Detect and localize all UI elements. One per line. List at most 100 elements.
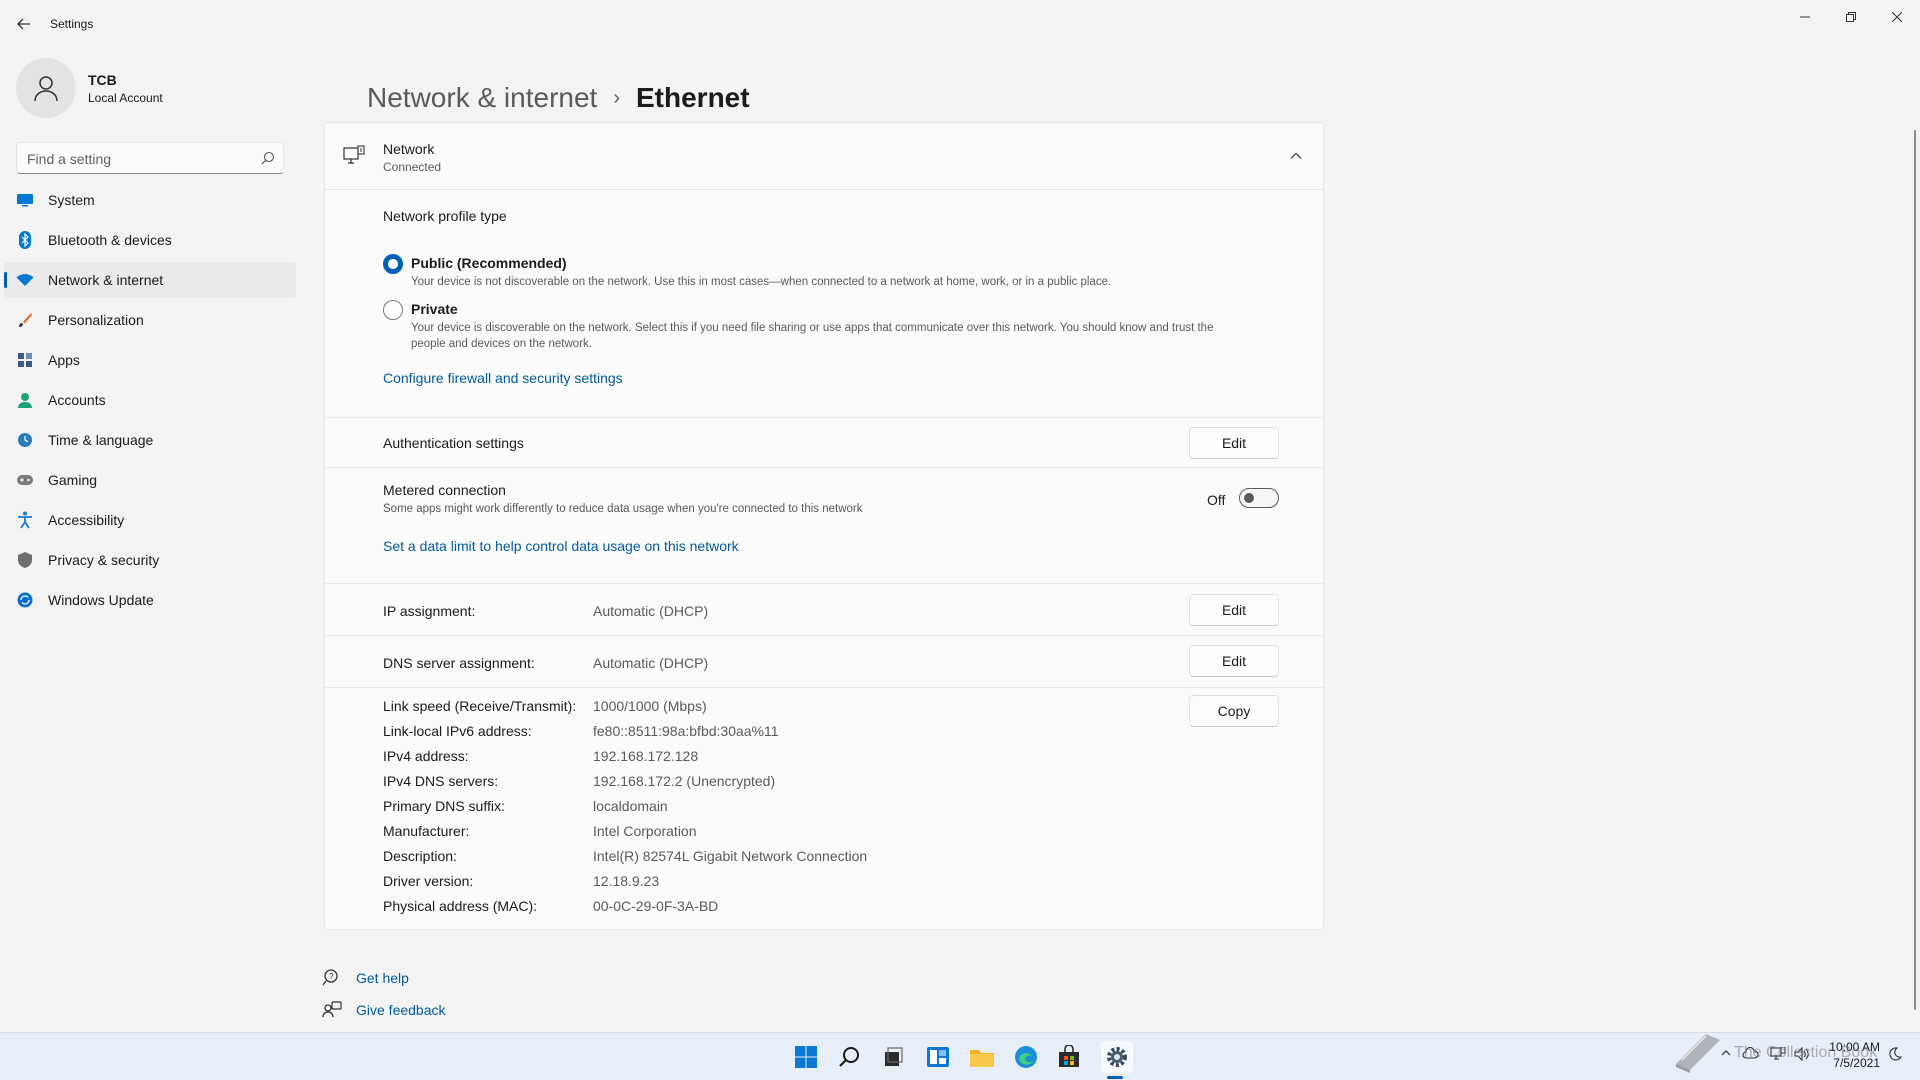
search-icon[interactable] bbox=[261, 151, 275, 165]
sidebar-item-apps[interactable]: Apps bbox=[4, 342, 296, 378]
property-value: 192.168.172.128 bbox=[593, 748, 699, 764]
metered-label: Metered connection bbox=[383, 482, 506, 498]
property-value: localdomain bbox=[593, 798, 668, 814]
dns-value: Automatic (DHCP) bbox=[593, 655, 709, 671]
data-limit-link[interactable]: Set a data limit to help control data us… bbox=[383, 538, 739, 554]
title-bar: Settings bbox=[0, 0, 1920, 48]
gear-icon bbox=[1107, 1047, 1127, 1067]
private-label[interactable]: Private bbox=[411, 301, 458, 317]
property-row: IPv4 address: 192.168.172.128 bbox=[383, 748, 1083, 770]
property-value: Intel(R) 82574L Gigabit Network Connecti… bbox=[593, 848, 868, 864]
folder-icon bbox=[970, 1050, 994, 1067]
task-view-button[interactable] bbox=[879, 1043, 907, 1071]
network-title: Network bbox=[383, 141, 435, 157]
copy-button[interactable]: Copy bbox=[1189, 695, 1279, 727]
sidebar-item-label: Privacy & security bbox=[48, 552, 160, 568]
public-description: Your device is not discoverable on the n… bbox=[411, 276, 1112, 288]
restore-icon bbox=[1846, 12, 1856, 22]
property-row: Physical address (MAC): 00-0C-29-0F-3A-B… bbox=[383, 898, 1083, 920]
auth-label: Authentication settings bbox=[383, 435, 524, 451]
get-help-icon: ? bbox=[322, 969, 338, 986]
firewall-settings-link[interactable]: Configure firewall and security settings bbox=[383, 370, 623, 386]
widgets-button[interactable] bbox=[924, 1043, 952, 1071]
sidebar-item-personalization[interactable]: Personalization bbox=[4, 302, 296, 338]
ip-assignment-row: IP assignment: Automatic (DHCP) Edit bbox=[324, 584, 1324, 636]
sidebar-item-accounts[interactable]: Accounts bbox=[4, 382, 296, 418]
search-input[interactable] bbox=[27, 149, 247, 169]
sidebar-nav: System Bluetooth & devices Network & int… bbox=[4, 182, 296, 622]
file-explorer-button[interactable] bbox=[968, 1043, 996, 1071]
user-name: TCB bbox=[88, 72, 117, 88]
person-icon bbox=[16, 391, 34, 409]
store-button[interactable] bbox=[1055, 1043, 1083, 1071]
scrollbar[interactable] bbox=[1914, 130, 1916, 1010]
metered-description: Some apps might work differently to redu… bbox=[383, 503, 863, 515]
metered-connection-section: Metered connection Some apps might work … bbox=[324, 468, 1324, 584]
toggle-knob bbox=[1244, 493, 1254, 503]
breadcrumb: Network & internet › Ethernet bbox=[367, 78, 750, 118]
ethernet-pc-icon bbox=[343, 145, 365, 164]
sidebar-item-label: Time & language bbox=[48, 432, 154, 448]
book-icon bbox=[1676, 1034, 1720, 1073]
property-row: IPv4 DNS servers: 192.168.172.2 (Unencry… bbox=[383, 773, 1083, 795]
give-feedback-label[interactable]: Give feedback bbox=[356, 1002, 446, 1018]
sidebar-item-time-language[interactable]: Time & language bbox=[4, 422, 296, 458]
ip-label: IP assignment: bbox=[383, 603, 476, 619]
close-button[interactable] bbox=[1874, 6, 1920, 28]
sidebar-item-windows-update[interactable]: Windows Update bbox=[4, 582, 296, 618]
property-label: Link-local IPv6 address: bbox=[383, 723, 532, 739]
property-label: Link speed (Receive/Transmit): bbox=[383, 698, 577, 714]
network-expander-header[interactable]: Network Connected bbox=[324, 122, 1324, 190]
search-box bbox=[16, 142, 284, 174]
minimize-button[interactable] bbox=[1782, 6, 1828, 28]
give-feedback-link[interactable]: Give feedback bbox=[322, 994, 446, 1026]
update-icon bbox=[16, 591, 34, 609]
avatar bbox=[16, 58, 76, 118]
dns-edit-button[interactable]: Edit bbox=[1189, 645, 1279, 677]
sidebar-item-privacy[interactable]: Privacy & security bbox=[4, 542, 296, 578]
metered-toggle[interactable] bbox=[1239, 488, 1279, 508]
restore-button[interactable] bbox=[1828, 6, 1874, 28]
start-button[interactable] bbox=[792, 1043, 820, 1071]
property-label: Driver version: bbox=[383, 873, 474, 889]
edge-browser-button[interactable] bbox=[1012, 1043, 1040, 1071]
sidebar-item-network[interactable]: Network & internet bbox=[4, 262, 296, 298]
private-radio[interactable] bbox=[383, 300, 403, 320]
profile-heading: Network profile type bbox=[383, 208, 507, 224]
get-help-link[interactable]: ? Get help bbox=[322, 962, 446, 994]
user-profile[interactable]: TCB Local Account bbox=[16, 58, 296, 118]
sidebar-item-accessibility[interactable]: Accessibility bbox=[4, 502, 296, 538]
breadcrumb-parent[interactable]: Network & internet bbox=[367, 82, 597, 114]
taskbar-search-button[interactable] bbox=[836, 1043, 864, 1071]
chevron-up-icon[interactable] bbox=[1289, 149, 1303, 163]
get-help-label[interactable]: Get help bbox=[356, 970, 409, 986]
minimize-icon bbox=[1800, 16, 1810, 18]
property-row: Driver version: 12.18.9.23 bbox=[383, 873, 1083, 895]
property-label: Primary DNS suffix: bbox=[383, 798, 505, 814]
metered-state: Off bbox=[1207, 492, 1226, 508]
private-description-line2: people and devices on the network. bbox=[411, 338, 592, 350]
sidebar-item-gaming[interactable]: Gaming bbox=[4, 462, 296, 498]
widgets-icon bbox=[927, 1047, 949, 1067]
back-button[interactable] bbox=[14, 14, 34, 34]
property-value: Intel Corporation bbox=[593, 823, 697, 839]
sidebar-item-bluetooth[interactable]: Bluetooth & devices bbox=[4, 222, 296, 258]
sidebar-item-system[interactable]: System bbox=[4, 182, 296, 218]
search-icon bbox=[839, 1047, 859, 1067]
help-links: ? Get help Give feedback bbox=[322, 962, 446, 1026]
public-label[interactable]: Public (Recommended) bbox=[411, 255, 567, 271]
settings-app-button[interactable] bbox=[1101, 1041, 1133, 1073]
task-view-icon bbox=[885, 1047, 903, 1066]
sidebar-item-label: System bbox=[48, 192, 95, 208]
property-label: IPv4 DNS servers: bbox=[383, 773, 499, 789]
auth-edit-button[interactable]: Edit bbox=[1189, 427, 1279, 459]
sidebar-item-label: Accessibility bbox=[48, 512, 125, 528]
wifi-icon bbox=[16, 271, 34, 289]
page-title: Ethernet bbox=[636, 82, 750, 113]
public-radio[interactable] bbox=[383, 254, 403, 274]
network-profile-section: Network profile type Public (Recommended… bbox=[324, 190, 1324, 418]
person-icon bbox=[34, 76, 58, 102]
property-value: 192.168.172.2 (Unencrypted) bbox=[593, 773, 776, 789]
windows-logo-icon bbox=[795, 1046, 817, 1068]
ip-edit-button[interactable]: Edit bbox=[1189, 594, 1279, 626]
